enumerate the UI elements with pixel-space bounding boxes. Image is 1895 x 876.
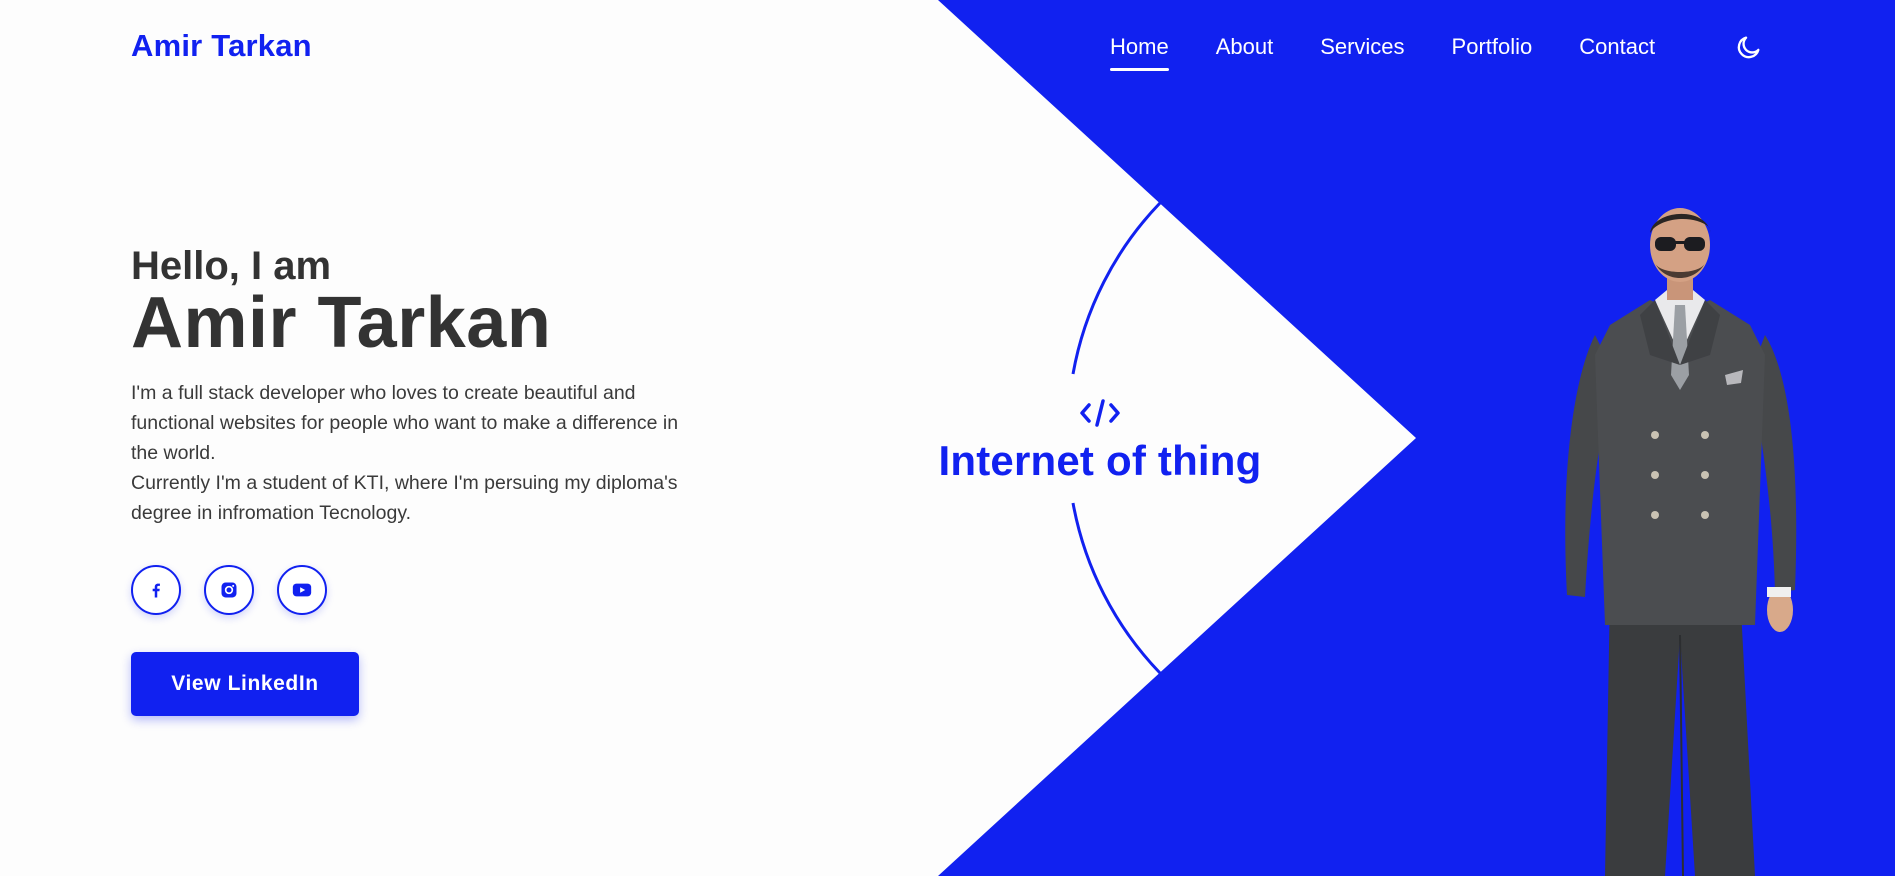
- hero-name: Amir Tarkan: [131, 283, 552, 363]
- youtube-icon: [292, 583, 312, 597]
- hero-bio-line-1: I'm a full stack developer who loves to …: [131, 382, 679, 464]
- facebook-button[interactable]: [131, 565, 181, 615]
- hero-bio-line-2: Currently I'm a student of KTI, where I'…: [131, 472, 678, 524]
- site-header: Amir Tarkan Home About Services Portfoli…: [0, 0, 1895, 95]
- code-icon: [1080, 399, 1120, 427]
- facebook-icon: [152, 583, 160, 598]
- hero-bio: I'm a full stack developer who loves to …: [131, 378, 691, 528]
- nav-item-home[interactable]: Home: [1110, 34, 1169, 71]
- social-links: [131, 565, 327, 615]
- instagram-icon: [221, 582, 237, 598]
- nav-item-portfolio[interactable]: Portfolio: [1452, 34, 1533, 60]
- feature-callout: Internet of thing: [930, 395, 1270, 486]
- view-linkedin-button[interactable]: View LinkedIn: [131, 652, 359, 716]
- profile-photo: [1565, 208, 1797, 876]
- feature-title: Internet of thing: [938, 437, 1262, 484]
- nav-item-about[interactable]: About: [1216, 34, 1274, 60]
- instagram-button[interactable]: [204, 565, 254, 615]
- nav-item-services[interactable]: Services: [1320, 34, 1404, 60]
- brand-logo[interactable]: Amir Tarkan: [131, 28, 312, 64]
- nav-item-contact[interactable]: Contact: [1579, 34, 1655, 60]
- main-nav: Home About Services Portfolio Contact: [1110, 34, 1702, 71]
- theme-toggle-button[interactable]: [1735, 33, 1763, 61]
- moon-icon: [1737, 36, 1760, 59]
- youtube-button[interactable]: [277, 565, 327, 615]
- hero-intro: Hello, I am Amir Tarkan I'm a full stack…: [131, 242, 691, 528]
